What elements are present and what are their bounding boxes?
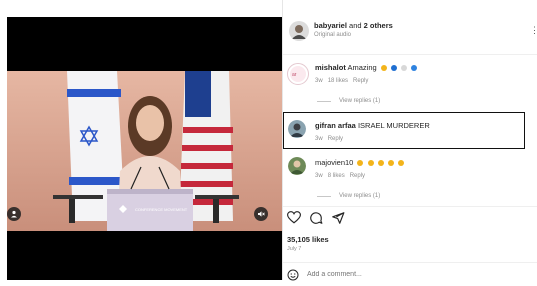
author-avatar[interactable] <box>289 21 309 41</box>
comment-likes[interactable]: 18 likes <box>328 78 348 84</box>
comment-line-2: gifran arfaa ISRAEL MURDERER <box>315 121 430 130</box>
blue-heart-emoji <box>390 65 397 72</box>
paper-plane-icon <box>332 212 345 224</box>
comment-meta-2: 3w Reply <box>315 136 343 142</box>
more-options-icon[interactable]: ⋮ <box>530 25 537 36</box>
share-button[interactable] <box>331 211 345 230</box>
comment-username[interactable]: mishalot <box>315 63 346 72</box>
comment-text: ISRAEL MURDERER <box>357 121 430 130</box>
highlight-annotation-box <box>283 112 525 149</box>
comment-time: 3w <box>315 78 323 84</box>
video-frame-image: CONFERENCE MOVEMENT <box>7 71 282 231</box>
replies-line <box>317 101 331 102</box>
comment-username[interactable]: majovien10 <box>315 158 353 167</box>
comment-username[interactable]: gifran arfaa <box>315 121 356 130</box>
video-player[interactable]: CONFERENCE MOVEMENT <box>7 17 282 280</box>
clap-emoji <box>387 160 394 167</box>
tagged-user-button[interactable] <box>7 207 21 221</box>
comment-meta-1: 3w 18 likes Reply <box>315 78 368 84</box>
comment-line-3: majovien10 <box>315 158 404 167</box>
replies-line <box>317 196 331 197</box>
clap-emoji <box>367 160 374 167</box>
blue-heart-emoji <box>411 65 418 72</box>
input-divider <box>283 262 537 263</box>
smiley-icon <box>287 269 299 281</box>
header-divider <box>283 54 537 55</box>
emoji-picker-button[interactable] <box>287 268 299 286</box>
comment-avatar-majovien[interactable] <box>288 157 306 175</box>
clap-emoji <box>377 160 384 167</box>
comment-line-1: mishalot Amazing <box>315 63 418 72</box>
clap-emoji <box>380 65 387 72</box>
comment-time: 3w <box>315 136 323 142</box>
mute-button[interactable] <box>254 207 268 221</box>
post-date: July 7 <box>287 246 302 252</box>
post-media-panel: CONFERENCE MOVEMENT <box>0 0 282 280</box>
actions-divider <box>283 206 537 207</box>
author-joiner: and <box>349 21 362 30</box>
speaker-muted-icon <box>258 211 265 217</box>
author-username[interactable]: babyariel <box>314 21 347 30</box>
reply-button[interactable]: Reply <box>328 136 343 142</box>
comment-text: Amazing <box>347 63 377 72</box>
comment-avatar-gifran[interactable] <box>288 120 306 138</box>
clap-emoji <box>357 160 364 167</box>
likes-count[interactable]: 35,105 likes <box>287 235 329 244</box>
clap-emoji <box>397 160 404 167</box>
reply-button[interactable]: Reply <box>350 173 365 179</box>
comment-time: 3w <box>315 173 323 179</box>
comment-button[interactable] <box>309 211 323 230</box>
speech-bubble-icon <box>310 212 323 224</box>
view-replies-link[interactable]: View replies (1) <box>339 193 380 199</box>
collaborators-link[interactable]: 2 others <box>364 21 393 30</box>
post-details-panel: babyariel and 2 others Original audio ⋮ … <box>283 0 537 281</box>
person-icon <box>11 210 17 218</box>
podium-sign: CONFERENCE MOVEMENT <box>135 207 188 212</box>
reply-button[interactable]: Reply <box>353 78 368 84</box>
comment-input[interactable] <box>307 268 507 280</box>
comment-meta-3: 3w 8 likes Reply <box>315 173 365 179</box>
white-heart-emoji <box>400 65 407 72</box>
audio-label[interactable]: Original audio <box>314 32 351 38</box>
like-button[interactable] <box>286 211 302 229</box>
svg-text:ar: ar <box>292 72 297 78</box>
comment-likes[interactable]: 8 likes <box>328 173 345 179</box>
comment-avatar-mishalot[interactable]: ar <box>287 63 309 85</box>
heart-icon <box>286 211 302 224</box>
view-replies-link[interactable]: View replies (1) <box>339 98 380 104</box>
post-author-line: babyariel and 2 others <box>314 21 393 30</box>
